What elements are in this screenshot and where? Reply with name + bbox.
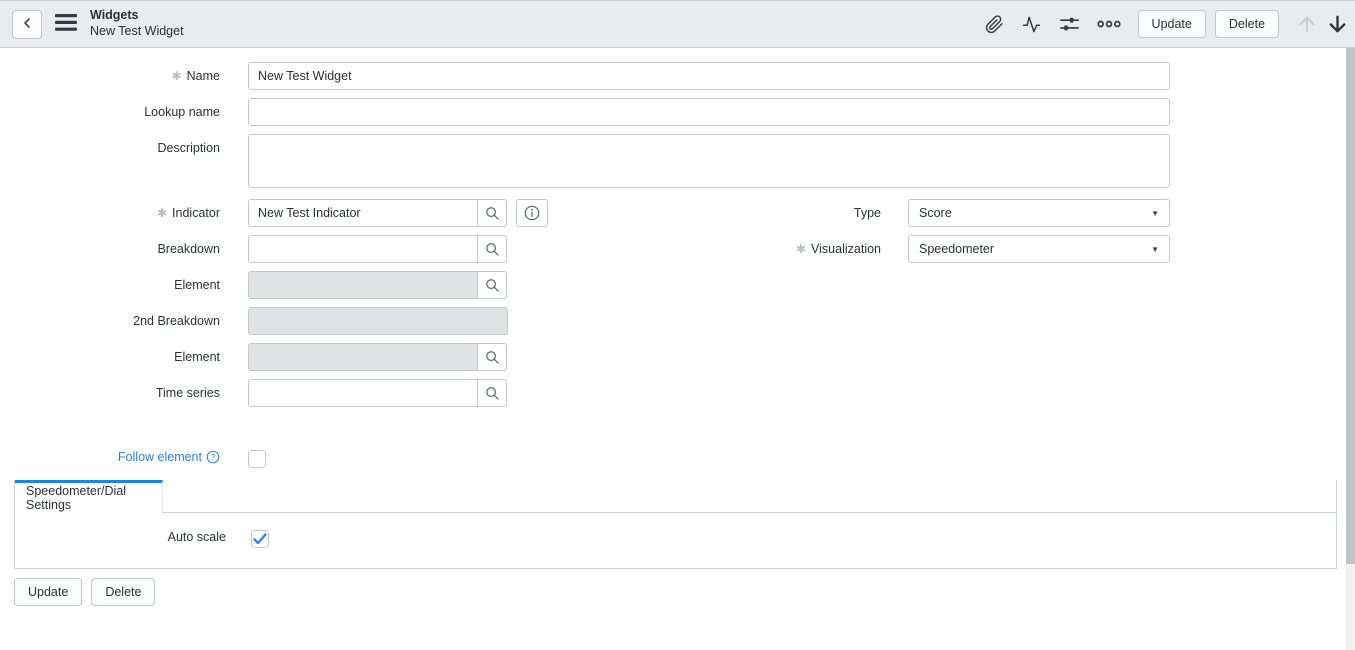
description-textarea[interactable] xyxy=(248,134,1170,188)
tab-strip: Speedometer/Dial Settings xyxy=(15,480,1336,513)
required-icon: ✱ xyxy=(172,69,182,83)
name-input[interactable] xyxy=(248,62,1170,90)
field-row-second-breakdown: 2nd Breakdown xyxy=(0,307,1337,335)
lookup-name-input[interactable] xyxy=(248,98,1170,126)
type-select[interactable]: Score ▼ xyxy=(908,199,1170,227)
second-breakdown-input xyxy=(248,307,508,335)
breakdown-label: Breakdown xyxy=(0,235,220,256)
auto-scale-label: Auto scale xyxy=(15,528,226,544)
auto-scale-checkbox[interactable] xyxy=(251,530,269,548)
form-footer: Update Delete xyxy=(14,578,1337,606)
field-row-indicator-type: ✱Indicator Type Score ▼ xyxy=(0,199,1337,227)
indicator-input[interactable] xyxy=(248,199,478,227)
help-icon: ? xyxy=(206,450,220,464)
record-form-page: Widgets New Test Widget Update Delete xyxy=(0,0,1355,650)
element-2-search-button[interactable] xyxy=(477,343,507,371)
chevron-left-icon xyxy=(19,15,35,34)
type-label: Type xyxy=(854,199,881,220)
search-icon xyxy=(485,386,500,401)
info-icon xyxy=(524,205,540,221)
form-header: Widgets New Test Widget Update Delete xyxy=(0,0,1355,48)
search-icon xyxy=(485,242,500,257)
description-label: Description xyxy=(0,134,220,155)
personalize-sliders-icon[interactable] xyxy=(1059,15,1080,34)
check-icon xyxy=(253,533,267,545)
field-row-follow-element: Follow element ? xyxy=(0,448,1337,468)
breadcrumb: Widgets xyxy=(90,8,184,24)
breakdown-input[interactable] xyxy=(248,235,478,263)
header-toolbar: Update Delete xyxy=(985,10,1349,38)
search-icon xyxy=(485,278,500,293)
visualization-label: ✱Visualization xyxy=(796,235,881,256)
context-menu-button[interactable] xyxy=(55,14,77,34)
field-row-description: Description xyxy=(0,134,1337,188)
chevron-down-icon: ▼ xyxy=(1151,245,1159,254)
field-row-element-2: Element xyxy=(0,343,1337,371)
header-titles: Widgets New Test Widget xyxy=(90,8,184,39)
follow-element-checkbox[interactable] xyxy=(248,450,266,468)
back-button[interactable] xyxy=(12,10,42,39)
delete-button[interactable]: Delete xyxy=(1215,10,1279,38)
svg-text:?: ? xyxy=(211,453,216,462)
tab-content: Auto scale xyxy=(15,513,1336,568)
update-button-footer[interactable]: Update xyxy=(14,578,82,606)
settings-tab-section: Speedometer/Dial Settings Auto scale xyxy=(14,480,1337,569)
field-row-lookup-name: Lookup name xyxy=(0,98,1337,126)
field-row-time-series: Time series xyxy=(0,379,1337,407)
indicator-label: ✱Indicator xyxy=(0,199,220,220)
form-body: ✱Name Lookup name Description ✱Indicator… xyxy=(0,48,1337,606)
indicator-search-button[interactable] xyxy=(477,199,507,227)
hamburger-menu-icon xyxy=(55,14,77,34)
element-2-input xyxy=(248,343,478,371)
record-title: New Test Widget xyxy=(90,24,184,40)
vertical-scrollbar[interactable] xyxy=(1346,48,1355,650)
field-row-name: ✱Name xyxy=(0,62,1337,90)
more-options-icon[interactable] xyxy=(1097,19,1121,29)
visualization-select[interactable]: Speedometer ▼ xyxy=(908,235,1170,263)
search-icon xyxy=(485,206,500,221)
indicator-info-button[interactable] xyxy=(516,199,548,227)
element-label: Element xyxy=(0,271,220,292)
time-series-input[interactable] xyxy=(248,379,478,407)
activity-stream-icon[interactable] xyxy=(1021,15,1042,34)
delete-button-footer[interactable]: Delete xyxy=(91,578,155,606)
required-icon: ✱ xyxy=(796,242,806,256)
breakdown-search-button[interactable] xyxy=(477,235,507,263)
lookup-name-label: Lookup name xyxy=(0,98,220,119)
element-search-button[interactable] xyxy=(477,271,507,299)
type-selected-value: Score xyxy=(919,206,952,220)
search-icon xyxy=(485,350,500,365)
name-label: ✱Name xyxy=(0,62,220,83)
paperclip-icon[interactable] xyxy=(985,15,1004,34)
element-2-label: Element xyxy=(0,343,220,364)
move-up-icon[interactable] xyxy=(1296,13,1318,35)
required-icon: ✱ xyxy=(157,206,167,220)
scrollbar-thumb[interactable] xyxy=(1346,48,1355,564)
visualization-selected-value: Speedometer xyxy=(919,242,994,256)
field-row-element: Element xyxy=(0,271,1337,299)
tab-speedometer-dial-settings[interactable]: Speedometer/Dial Settings xyxy=(15,480,163,513)
time-series-label: Time series xyxy=(0,379,220,400)
field-row-breakdown-visualization: Breakdown ✱Visualization Speedometer ▼ xyxy=(0,235,1337,263)
time-series-search-button[interactable] xyxy=(477,379,507,407)
move-down-icon[interactable] xyxy=(1326,13,1349,36)
follow-element-link[interactable]: Follow element ? xyxy=(0,448,220,464)
update-button[interactable]: Update xyxy=(1138,10,1206,38)
second-breakdown-label: 2nd Breakdown xyxy=(0,307,220,328)
tab-label: Speedometer/Dial Settings xyxy=(26,484,162,512)
element-input xyxy=(248,271,478,299)
tab-strip-filler xyxy=(163,480,1336,513)
chevron-down-icon: ▼ xyxy=(1151,209,1159,218)
